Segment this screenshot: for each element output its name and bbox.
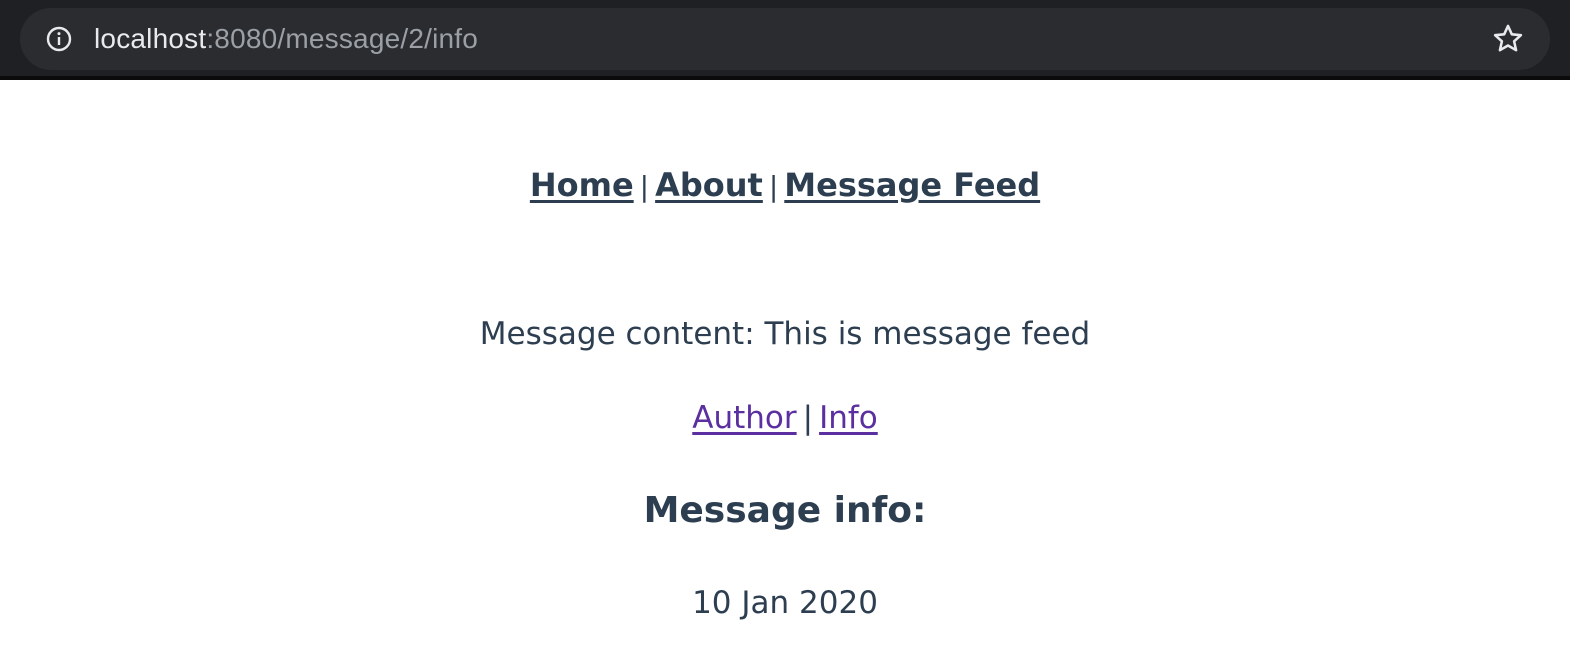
message-content: Message content: This is message feed bbox=[479, 316, 1091, 352]
nav-separator: | bbox=[768, 170, 779, 203]
nav-separator: | bbox=[639, 170, 650, 203]
url-text[interactable]: localhost:8080/message/2/info bbox=[94, 23, 1490, 55]
nav-message-feed-link[interactable]: Message Feed bbox=[784, 166, 1040, 204]
link-separator: | bbox=[802, 400, 814, 436]
url-host: localhost bbox=[94, 23, 207, 54]
message-links: Author | Info bbox=[0, 400, 1570, 436]
info-icon[interactable] bbox=[44, 24, 74, 54]
nav-about-link[interactable]: About bbox=[655, 166, 763, 204]
address-bar[interactable]: localhost:8080/message/2/info bbox=[20, 8, 1550, 70]
info-link[interactable]: Info bbox=[819, 400, 878, 436]
message-date: 10 Jan 2020 bbox=[692, 585, 878, 621]
nav-home-link[interactable]: Home bbox=[530, 166, 634, 204]
star-icon[interactable] bbox=[1490, 21, 1526, 57]
browser-toolbar: localhost:8080/message/2/info bbox=[0, 0, 1570, 80]
message-info-heading: Message info: bbox=[643, 490, 927, 531]
page-content: Home | About | Message Feed Message content:… bbox=[0, 80, 1570, 650]
author-link[interactable]: Author bbox=[692, 400, 796, 436]
main-nav: Home | About | Message Feed bbox=[0, 166, 1570, 204]
url-path: :8080/message/2/info bbox=[206, 23, 479, 54]
